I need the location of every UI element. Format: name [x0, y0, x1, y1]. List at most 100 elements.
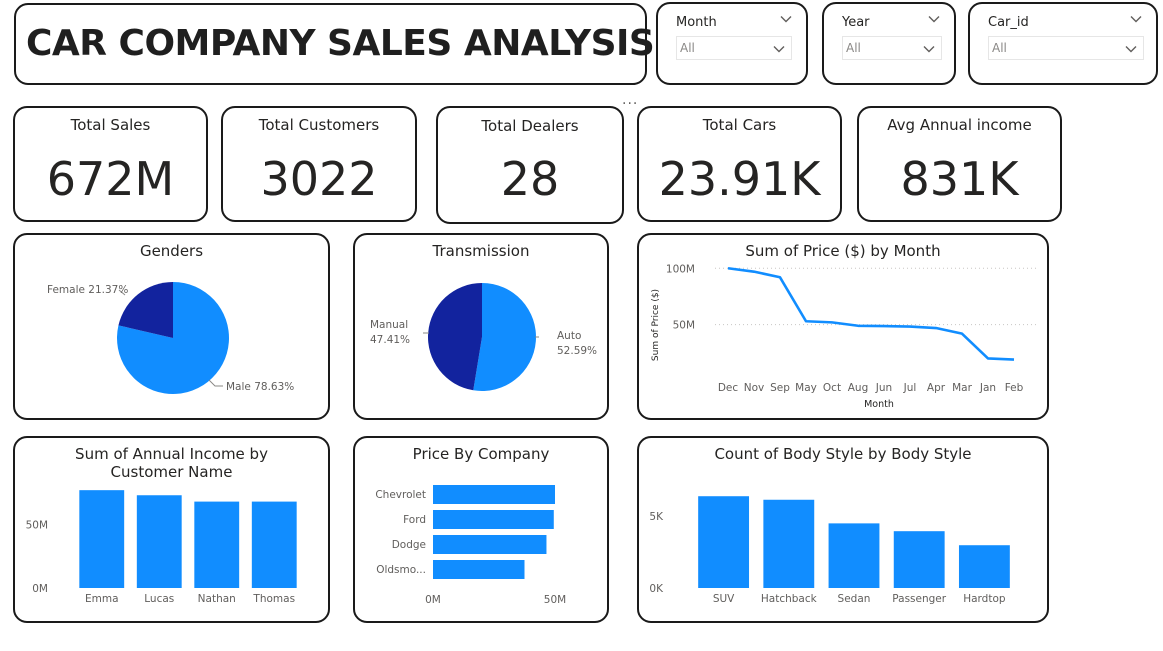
- price-by-month-chart-card[interactable]: Sum of Price ($) by Month 100M 50M Dec Nov S…: [637, 233, 1049, 420]
- kpi-value: 672M: [46, 152, 175, 206]
- month-dropdown-value: All: [680, 41, 695, 55]
- kpi-label: Total Customers: [258, 116, 380, 134]
- bar[interactable]: [893, 531, 945, 588]
- year-slicer[interactable]: Year All: [822, 2, 956, 85]
- bar[interactable]: [828, 523, 880, 588]
- bar[interactable]: [136, 495, 182, 588]
- kpi-avg-annual-income: Avg Annual income 831K: [857, 106, 1062, 222]
- x-tick-label: Jun: [875, 382, 892, 394]
- month-slicer[interactable]: Month All: [656, 2, 808, 85]
- bar[interactable]: [698, 496, 750, 588]
- bar[interactable]: [433, 510, 554, 529]
- data-label: 52.59%: [557, 345, 597, 357]
- chevron-down-icon[interactable]: [780, 13, 792, 25]
- x-tick-label: Lucas: [144, 593, 174, 605]
- x-tick-label: Emma: [85, 593, 119, 605]
- genders-chart-card[interactable]: Genders Male 78.63% Female 21.37%: [13, 233, 330, 420]
- year-slicer-label: Year: [842, 15, 870, 30]
- kpi-label: Total Dealers: [481, 117, 579, 135]
- year-dropdown-value: All: [846, 41, 861, 55]
- x-tick-label: Hatchback: [761, 593, 818, 605]
- bar[interactable]: [433, 560, 525, 579]
- kpi-value: 23.91K: [658, 152, 821, 206]
- y-tick-label: Chevrolet: [375, 489, 426, 501]
- x-tick-label: Mar: [952, 382, 972, 394]
- kpi-value: 3022: [260, 152, 378, 206]
- car-id-slicer-label: Car_id: [988, 15, 1029, 30]
- data-label: Male 78.63%: [226, 381, 294, 393]
- car-id-slicer[interactable]: Car_id All: [968, 2, 1158, 85]
- x-tick-label: Dec: [718, 382, 739, 394]
- kpi-total-dealers: Total Dealers 28: [436, 106, 624, 224]
- chevron-down-icon[interactable]: [1130, 13, 1142, 25]
- bar[interactable]: [763, 499, 815, 588]
- chevron-down-icon[interactable]: [928, 13, 940, 25]
- car-id-dropdown-value: All: [992, 41, 1007, 55]
- genders-pie-chart[interactable]: Male 78.63% Female 21.37%: [15, 235, 328, 418]
- bar[interactable]: [433, 535, 547, 554]
- kpi-total-cars: Total Cars 23.91K: [637, 106, 842, 222]
- chevron-down-icon: [1125, 46, 1137, 53]
- month-slicer-label: Month: [676, 15, 717, 30]
- x-tick-label: Aug: [848, 382, 869, 394]
- y-tick-label: 5K: [649, 511, 664, 523]
- y-tick-label: Oldsmo...: [376, 564, 426, 576]
- kpi-total-sales: Total Sales 672M: [13, 106, 208, 222]
- price-by-company-chart-card[interactable]: Price By Company Chevrolet Ford Dodge Oldsm…: [353, 436, 609, 623]
- pie-slice-manual[interactable]: [428, 283, 482, 391]
- chevron-down-icon: [923, 46, 935, 53]
- price-by-month-line-chart[interactable]: 100M 50M Dec Nov Sep May Oct Aug Jun Jul Apr Mar Jan…: [639, 235, 1047, 418]
- kpi-label: Avg Annual income: [887, 116, 1032, 134]
- data-label: Manual: [370, 319, 408, 331]
- y-tick-label: 100M: [666, 263, 695, 275]
- x-tick-label: Jan: [979, 382, 996, 394]
- bar[interactable]: [194, 501, 240, 588]
- bar[interactable]: [79, 490, 125, 588]
- bar[interactable]: [251, 501, 297, 588]
- transmission-chart-card[interactable]: Transmission Auto 52.59% Manual 47.41%: [353, 233, 609, 420]
- month-dropdown[interactable]: All: [676, 36, 792, 60]
- bar[interactable]: [433, 485, 555, 504]
- kpi-label: Total Cars: [702, 116, 777, 134]
- x-tick-label: Passenger: [892, 593, 946, 605]
- x-tick-label: Feb: [1005, 382, 1024, 394]
- pie-slice-auto[interactable]: [473, 283, 536, 391]
- x-tick-label: 0M: [425, 594, 441, 606]
- x-tick-label: May: [795, 382, 817, 394]
- body-style-bar-chart[interactable]: 5K 0K SUV Hatchback Sedan Passenger Hardtop: [639, 438, 1047, 621]
- x-tick-label: Hardtop: [963, 593, 1006, 605]
- annual-income-bar-chart[interactable]: 50M 0M Emma Lucas Nathan Thomas: [15, 438, 328, 621]
- y-tick-label: 0M: [32, 583, 48, 595]
- kpi-label: Total Sales: [70, 116, 151, 134]
- chevron-down-icon: [773, 46, 785, 53]
- y-tick-label: Ford: [403, 514, 426, 526]
- bar[interactable]: [958, 545, 1010, 588]
- y-tick-label: 50M: [26, 519, 48, 531]
- y-axis-title: Sum of Price ($): [651, 289, 661, 361]
- page-title: CAR COMPANY SALES ANALYSIS: [26, 23, 655, 64]
- x-tick-label: Nathan: [198, 593, 236, 605]
- year-dropdown[interactable]: All: [842, 36, 942, 60]
- annual-income-chart-card[interactable]: Sum of Annual Income by Customer Name 50…: [13, 436, 330, 623]
- x-tick-label: SUV: [713, 593, 735, 605]
- price-by-company-bar-chart[interactable]: Chevrolet Ford Dodge Oldsmo... 0M 50M: [355, 438, 607, 621]
- x-tick-label: 50M: [544, 594, 566, 606]
- y-tick-label: 50M: [673, 320, 695, 332]
- transmission-pie-chart[interactable]: Auto 52.59% Manual 47.41%: [355, 235, 607, 418]
- more-options-icon[interactable]: ...: [622, 93, 638, 107]
- data-label: Female 21.37%: [47, 284, 128, 296]
- x-tick-label: Sedan: [838, 593, 871, 605]
- x-tick-label: Nov: [744, 382, 765, 394]
- y-tick-label: 0K: [649, 583, 664, 595]
- x-axis-title: Month: [864, 399, 894, 410]
- kpi-value: 28: [500, 152, 560, 206]
- car-id-dropdown[interactable]: All: [988, 36, 1144, 60]
- y-tick-label: Dodge: [392, 539, 426, 551]
- title-card: CAR COMPANY SALES ANALYSIS: [14, 3, 655, 85]
- kpi-total-customers: Total Customers 3022: [221, 106, 417, 222]
- body-style-chart-card[interactable]: Count of Body Style by Body Style 5K 0K SU…: [637, 436, 1049, 623]
- kpi-value: 831K: [900, 152, 1019, 206]
- x-tick-label: Apr: [927, 382, 946, 394]
- series-line[interactable]: [727, 266, 1015, 361]
- x-tick-label: Thomas: [252, 593, 295, 605]
